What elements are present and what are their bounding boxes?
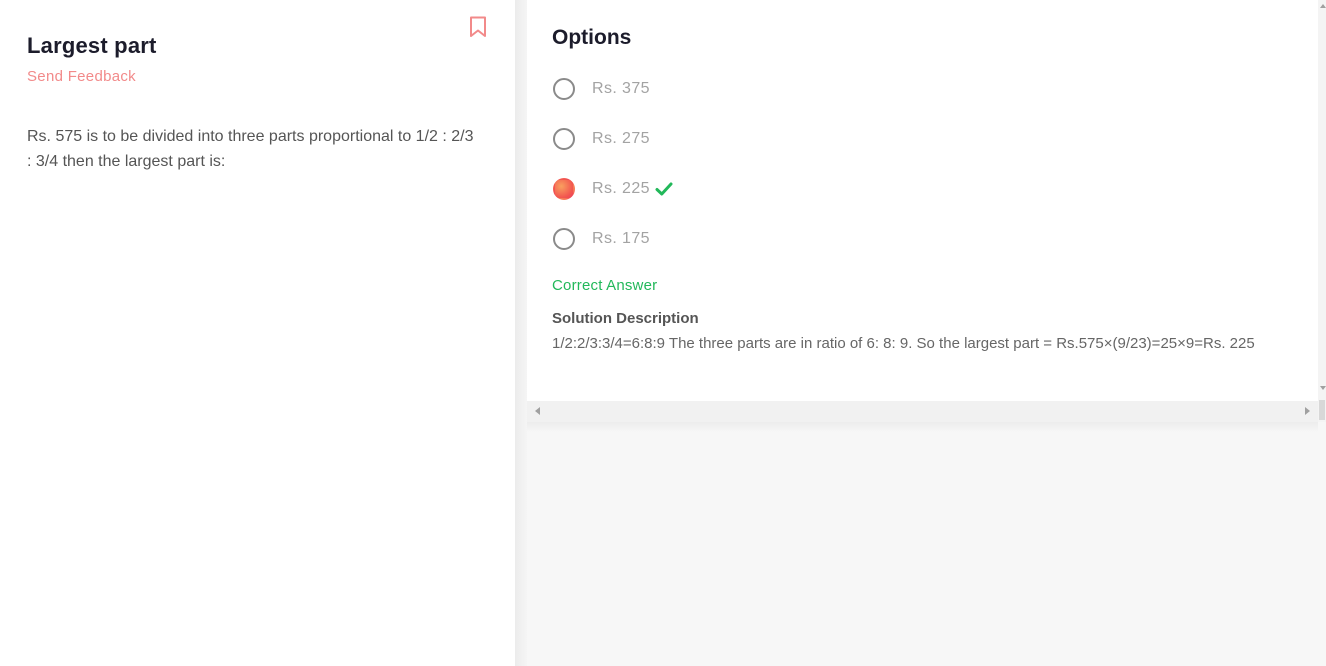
solution-title: Solution Description bbox=[552, 310, 699, 327]
options-card: Options Rs. 375 Rs. 275 Rs. 225 Rs. 175 … bbox=[527, 0, 1318, 401]
option-label: Rs. 375 bbox=[592, 80, 650, 97]
vertical-scrollbar[interactable] bbox=[1318, 0, 1326, 422]
option-4[interactable]: Rs. 175 bbox=[553, 227, 650, 251]
radio-button-selected[interactable] bbox=[553, 178, 575, 200]
bookmark-icon[interactable] bbox=[469, 16, 487, 38]
solution-text: 1/2:2/3:3/4=6:8:9 The three parts are in… bbox=[552, 335, 1255, 352]
result-status: Correct Answer bbox=[552, 277, 658, 294]
option-label: Rs. 225 bbox=[592, 180, 650, 197]
question-panel: Largest part Send Feedback Rs. 575 is to… bbox=[0, 0, 515, 666]
card-shadow bbox=[527, 422, 1318, 432]
scroll-down-icon[interactable] bbox=[1320, 386, 1326, 390]
option-2[interactable]: Rs. 275 bbox=[553, 127, 650, 151]
panel-divider bbox=[515, 0, 527, 666]
option-3[interactable]: Rs. 225 bbox=[553, 177, 673, 201]
scroll-thumb[interactable] bbox=[1319, 400, 1325, 420]
scroll-right-icon[interactable] bbox=[1305, 407, 1310, 415]
check-icon bbox=[655, 182, 673, 196]
radio-button[interactable] bbox=[553, 228, 575, 250]
scroll-up-icon[interactable] bbox=[1320, 4, 1326, 8]
radio-button[interactable] bbox=[553, 128, 575, 150]
option-label: Rs. 175 bbox=[592, 230, 650, 247]
question-text: Rs. 575 is to be divided into three part… bbox=[27, 128, 474, 170]
radio-button[interactable] bbox=[553, 78, 575, 100]
page: Largest part Send Feedback Rs. 575 is to… bbox=[0, 0, 1326, 666]
question-title: Largest part bbox=[27, 33, 157, 58]
option-label: Rs. 275 bbox=[592, 130, 650, 147]
option-1[interactable]: Rs. 375 bbox=[553, 77, 650, 101]
scroll-left-icon[interactable] bbox=[535, 407, 540, 415]
send-feedback-link[interactable]: Send Feedback bbox=[27, 68, 136, 85]
options-title: Options bbox=[552, 26, 632, 49]
horizontal-scrollbar[interactable] bbox=[527, 401, 1318, 422]
